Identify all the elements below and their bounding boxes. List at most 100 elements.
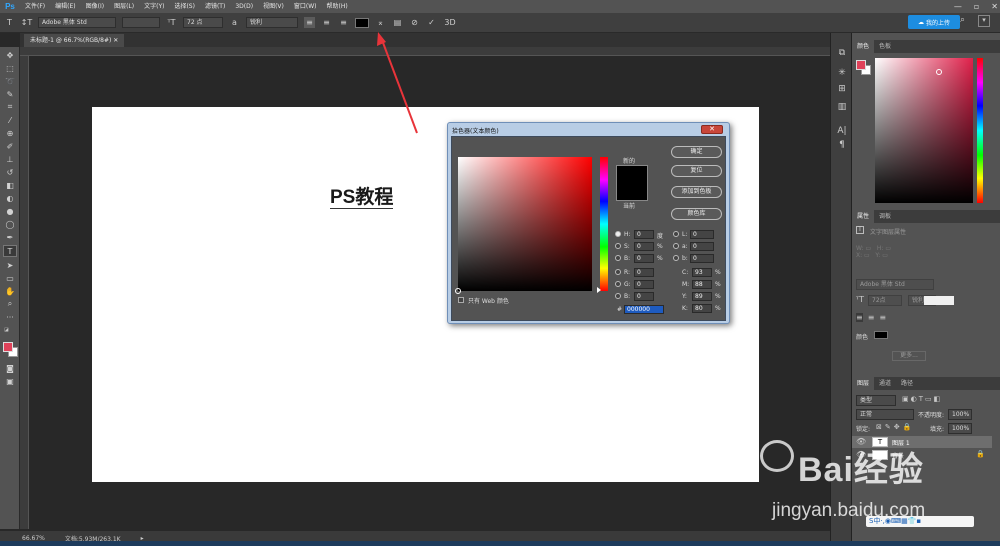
warp-text-icon[interactable]: ⌅ [375, 17, 386, 28]
color-picker-cursor[interactable] [936, 69, 942, 75]
font-family-select[interactable]: Adobe 黑体 Std [38, 17, 116, 28]
black-field[interactable]: 80 [692, 304, 712, 313]
crop-tool-icon[interactable]: ⌗ [3, 101, 17, 113]
blur-tool-icon[interactable]: ● [3, 205, 17, 217]
menu-item[interactable]: 滤镜(T) [200, 0, 230, 13]
lock-icons[interactable]: ⊠✎✥🔒 [876, 423, 914, 431]
ok-button[interactable]: 确定 [671, 146, 722, 158]
panel-foreground-swatch[interactable] [856, 60, 866, 70]
props-font-select[interactable]: Adobe 黑体 Std [856, 279, 934, 290]
menu-item[interactable]: 选择(S) [169, 0, 200, 13]
menu-item[interactable]: 图像(I) [81, 0, 109, 13]
menu-item[interactable]: 视图(V) [258, 0, 289, 13]
quick-select-tool-icon[interactable]: ✎ [3, 88, 17, 100]
red-radio[interactable] [615, 269, 621, 275]
saturation-radio[interactable] [615, 243, 621, 249]
workspace-icon[interactable]: ▾ [978, 15, 990, 27]
close-window-button[interactable]: ✕ [991, 2, 998, 11]
props-more-button[interactable]: 更多... [892, 351, 926, 361]
align-right-icon[interactable]: ≡ [338, 17, 349, 28]
lab-l-radio[interactable] [673, 231, 679, 237]
zoom-tool-icon[interactable]: ⌕ [3, 298, 17, 310]
panel-hue-slider[interactable] [977, 58, 983, 203]
antialias-select[interactable]: 锐利 [246, 17, 298, 28]
brightness-field[interactable]: 0 [634, 254, 654, 263]
rectangle-tool-icon[interactable]: ▭ [3, 272, 17, 284]
red-field[interactable]: 0 [634, 268, 654, 277]
tab-layers[interactable]: 图层 [852, 377, 875, 390]
lab-a-radio[interactable] [673, 243, 679, 249]
lab-b-radio[interactable] [673, 255, 679, 261]
minimize-button[interactable]: — [954, 2, 962, 11]
cancel-icon[interactable]: ⊘ [409, 17, 420, 28]
lab-b-field[interactable]: 0 [690, 254, 714, 263]
props-color-swatch[interactable] [874, 331, 888, 339]
styles-icon[interactable]: ⊞ [836, 83, 848, 95]
eyedropper-tool-icon[interactable]: ⁄ [3, 114, 17, 126]
tab-color[interactable]: 颜色 [852, 40, 875, 53]
gradient-tool-icon[interactable]: ◐ [3, 192, 17, 204]
text-orientation-icon[interactable]: ↕T [21, 17, 33, 28]
web-only-checkbox[interactable] [458, 297, 464, 303]
adjustments-icon[interactable]: ✳ [836, 67, 848, 79]
layer-filter-select[interactable]: 类型 [856, 395, 896, 406]
marquee-tool-icon[interactable]: ⬚ [3, 62, 17, 74]
menu-item[interactable]: 文字(Y) [139, 0, 169, 13]
stamp-tool-icon[interactable]: ⊥ [3, 153, 17, 165]
path-select-tool-icon[interactable]: ➤ [3, 259, 17, 271]
align-left-icon[interactable]: ≡ [304, 17, 315, 28]
tab-swatches[interactable]: 色板 [874, 40, 896, 53]
field-cursor[interactable] [455, 288, 461, 294]
hue-slider[interactable] [600, 157, 608, 291]
props-align-right-icon[interactable]: ≡ [879, 313, 886, 322]
menu-item[interactable]: 窗口(W) [289, 0, 322, 13]
character-panel-icon[interactable]: ▤ [392, 17, 403, 28]
brush-tool-icon[interactable]: ✐ [3, 140, 17, 152]
healing-tool-icon[interactable]: ⊕ [3, 127, 17, 139]
character-icon[interactable]: A| [836, 125, 848, 137]
tab-properties[interactable]: 属性 [852, 210, 875, 223]
tab-adjust[interactable]: 调板 [874, 210, 896, 223]
dialog-close-button[interactable]: ✕ [701, 125, 723, 134]
brightness-radio[interactable] [615, 255, 621, 261]
hue-slider-handle[interactable] [597, 287, 601, 293]
type-tool-preset-icon[interactable]: T [4, 17, 15, 28]
magenta-field[interactable]: 88 [692, 280, 712, 289]
hue-radio[interactable] [615, 231, 621, 237]
reset-button[interactable]: 复位 [671, 165, 722, 177]
color-libraries-button[interactable]: 颜色库 [671, 208, 722, 220]
info-icon[interactable]: ▥ [836, 101, 848, 113]
tab-channels[interactable]: 通道 [874, 377, 896, 390]
eraser-tool-icon[interactable]: ◧ [3, 179, 17, 191]
green-field[interactable]: 0 [634, 280, 654, 289]
font-style-select[interactable] [122, 17, 160, 28]
history-icon[interactable]: ⧉ [836, 47, 848, 59]
3d-icon[interactable]: 3D [443, 17, 457, 28]
props-align-left-icon[interactable]: ≡ [856, 313, 863, 322]
maximize-button[interactable]: ▫ [974, 2, 979, 11]
lab-l-field[interactable]: 0 [690, 230, 714, 239]
props-align-center-icon[interactable]: ≡ [868, 313, 875, 322]
text-color-swatch[interactable] [355, 17, 369, 28]
history-brush-tool-icon[interactable]: ↺ [3, 166, 17, 178]
more-tools-icon[interactable]: ··· [3, 311, 17, 323]
document-tab[interactable]: 未标题-1 @ 66.7%(RGB/8#) ✕ [24, 34, 125, 47]
saturation-field[interactable]: 0 [634, 242, 654, 251]
hue-field[interactable]: 0 [634, 230, 654, 239]
pen-tool-icon[interactable]: ✒ [3, 231, 17, 243]
search-icon[interactable]: ⌕ [960, 15, 965, 25]
yellow-field[interactable]: 89 [692, 292, 712, 301]
font-size-select[interactable]: 72 点 [183, 17, 223, 28]
screen-mode-icon[interactable]: ▣ [3, 375, 17, 387]
fill-field[interactable]: 100% [948, 423, 972, 434]
lab-a-field[interactable]: 0 [690, 242, 714, 251]
menu-item[interactable]: 图层(L) [109, 0, 139, 13]
dodge-tool-icon[interactable]: ◯ [3, 218, 17, 230]
menu-item[interactable]: 3D(D) [230, 0, 258, 13]
menu-item[interactable]: 编辑(E) [50, 0, 80, 13]
hand-tool-icon[interactable]: ✋ [3, 285, 17, 297]
move-tool-icon[interactable]: ✥ [3, 49, 17, 61]
tab-paths[interactable]: 路径 [896, 377, 918, 390]
saturation-brightness-field[interactable] [455, 157, 592, 294]
canvas-text-layer[interactable]: PS教程 [330, 188, 394, 209]
